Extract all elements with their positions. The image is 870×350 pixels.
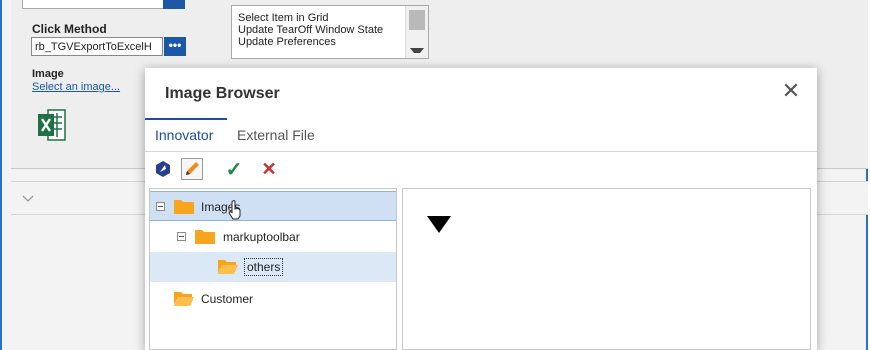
sort-down-triangle-icon[interactable] xyxy=(427,216,451,233)
select-image-link[interactable]: Select an image... xyxy=(32,81,120,93)
scrollbar-thumb[interactable] xyxy=(409,10,425,30)
tab-innovator[interactable]: Innovator xyxy=(155,127,213,143)
image-preview-pane xyxy=(402,188,811,350)
excel-icon[interactable] xyxy=(37,107,67,143)
list-item[interactable]: Select Item in Grid xyxy=(232,12,428,24)
scroll-down-arrow-icon[interactable] xyxy=(410,48,424,53)
close-icon[interactable]: ✕ xyxy=(779,79,803,103)
image-browser-dialog: Image Browser ✕ Innovator External File … xyxy=(145,68,817,350)
open-folder-icon xyxy=(174,292,194,306)
click-method-browse-button[interactable]: ••• xyxy=(164,37,186,56)
collapse-toggle-icon[interactable] xyxy=(177,232,186,241)
open-folder-icon xyxy=(218,260,238,274)
dialog-title: Image Browser xyxy=(165,85,280,102)
folder-icon xyxy=(195,230,215,244)
listbox-scrollbar[interactable] xyxy=(405,6,428,58)
hand-cursor-icon xyxy=(228,200,241,220)
innovator-icon[interactable] xyxy=(152,158,174,180)
list-item[interactable]: Update Preferences xyxy=(232,36,428,48)
tab-external-file[interactable]: External File xyxy=(237,127,315,143)
cross-icon[interactable]: ✕ xyxy=(258,158,280,180)
tree-item-customer[interactable]: Customer xyxy=(150,284,396,314)
click-method-field[interactable]: rb_TGVExportToExcelH xyxy=(31,37,163,56)
click-method-label: Click Method xyxy=(32,22,107,36)
tree-item-label: Customer xyxy=(201,292,254,306)
list-item[interactable]: Update TearOff Window State xyxy=(232,24,428,36)
top-field[interactable] xyxy=(22,0,174,9)
collapse-toggle-icon[interactable] xyxy=(156,202,165,211)
check-icon[interactable]: ✓ xyxy=(223,158,245,181)
tree-item-markuptoolbar[interactable]: markuptoolbar xyxy=(150,222,396,252)
dialog-toolbar: ✓ ✕ xyxy=(145,152,817,188)
tree-item-others[interactable]: others xyxy=(150,252,396,282)
chevron-down-icon[interactable] xyxy=(22,190,34,206)
tab-label: Innovator xyxy=(155,127,214,143)
folder-icon xyxy=(174,200,194,214)
image-label: Image xyxy=(32,68,64,80)
active-tab-indicator xyxy=(145,118,227,120)
folder-tree: Images markuptoolbar others Customer xyxy=(149,188,397,350)
top-field-button[interactable] xyxy=(163,0,185,9)
edit-pencil-icon[interactable] xyxy=(181,158,203,180)
tree-item-label: markuptoolbar xyxy=(223,230,300,244)
tree-item-label: others xyxy=(244,258,284,276)
tab-label: External File xyxy=(237,127,315,143)
method-listbox[interactable]: Select Item in Grid Update TearOff Windo… xyxy=(231,5,429,59)
tree-item-images[interactable]: Images xyxy=(150,191,396,221)
